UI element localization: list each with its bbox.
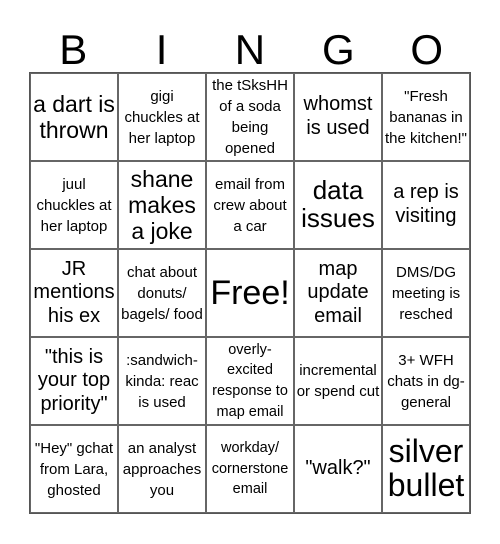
- cell-text: "Fresh bananas in the kitchen!": [384, 87, 468, 147]
- bingo-cell[interactable]: JR mentions his ex: [30, 249, 118, 337]
- bingo-cell[interactable]: "Fresh bananas in the kitchen!": [382, 73, 470, 161]
- header-letter-g: G: [322, 26, 355, 73]
- cell-text: a rep is visiting: [393, 181, 459, 227]
- cell-text: gigi chuckles at her laptop: [124, 87, 200, 147]
- cell-text: shane makes a joke: [128, 165, 196, 245]
- cell-text: an analyst approaches you: [122, 439, 202, 499]
- cell-text: incremental or spend cut: [296, 362, 380, 400]
- cell-text: DMS/DG meeting is resched: [391, 263, 461, 323]
- cell-text: Free!: [210, 273, 290, 312]
- bingo-cell[interactable]: map update email: [294, 249, 382, 337]
- bingo-cell[interactable]: the tSksHH of a soda being opened: [206, 73, 294, 161]
- cell-text: "Hey" gchat from Lara, ghosted: [34, 439, 114, 499]
- free-space-cell[interactable]: Free!: [206, 249, 294, 337]
- cell-text: "this is your top priority": [37, 345, 111, 415]
- bingo-cell[interactable]: a rep is visiting: [382, 161, 470, 249]
- bingo-cell[interactable]: silver bullet: [382, 425, 470, 513]
- cell-text: chat about donuts/ bagels/ food: [121, 263, 203, 323]
- cell-text: silver bullet: [387, 433, 465, 503]
- cell-text: juul chuckles at her laptop: [36, 175, 112, 235]
- bingo-cell[interactable]: incremental or spend cut: [294, 337, 382, 425]
- bingo-cell[interactable]: an analyst approaches you: [118, 425, 206, 513]
- cell-text: JR mentions his ex: [33, 257, 115, 327]
- header-letter-b: B: [59, 26, 88, 73]
- bingo-cell[interactable]: DMS/DG meeting is resched: [382, 249, 470, 337]
- bingo-cell[interactable]: email from crew about a car: [206, 161, 294, 249]
- bingo-cell[interactable]: overly-excited response to map email: [206, 337, 294, 425]
- bingo-cell[interactable]: shane makes a joke: [118, 161, 206, 249]
- header-letter-o: O: [410, 26, 444, 73]
- cell-text: data issues: [301, 175, 375, 233]
- bingo-cell[interactable]: whomst is used: [294, 73, 382, 161]
- cell-text: workday/ cornerstone email: [211, 440, 289, 498]
- bingo-cell[interactable]: gigi chuckles at her laptop: [118, 73, 206, 161]
- bingo-grid: a dart is thrown gigi chuckles at her la…: [29, 72, 471, 514]
- bingo-cell[interactable]: "Hey" gchat from Lara, ghosted: [30, 425, 118, 513]
- bingo-cell[interactable]: :sandwich-kinda: reac is used: [118, 337, 206, 425]
- cell-text: overly-excited response to map email: [212, 341, 288, 420]
- header-letter-n: N: [234, 26, 266, 73]
- cell-text: email from crew about a car: [213, 175, 287, 235]
- cell-text: "walk?": [305, 457, 371, 480]
- bingo-cell[interactable]: 3+ WFH chats in dg-general: [382, 337, 470, 425]
- bingo-header: B I N G O: [29, 28, 471, 72]
- bingo-cell[interactable]: a dart is thrown: [30, 73, 118, 161]
- cell-text: a dart is thrown: [33, 90, 115, 143]
- bingo-cell[interactable]: "walk?": [294, 425, 382, 513]
- cell-text: 3+ WFH chats in dg-general: [387, 351, 465, 411]
- cell-text: the tSksHH of a soda being opened: [212, 77, 288, 157]
- header-letter-i: I: [155, 26, 168, 73]
- bingo-cell[interactable]: workday/ cornerstone email: [206, 425, 294, 513]
- bingo-cell[interactable]: chat about donuts/ bagels/ food: [118, 249, 206, 337]
- bingo-cell[interactable]: juul chuckles at her laptop: [30, 161, 118, 249]
- cell-text: map update email: [307, 257, 369, 327]
- bingo-cell[interactable]: data issues: [294, 161, 382, 249]
- cell-text: :sandwich-kinda: reac is used: [125, 351, 199, 411]
- cell-text: whomst is used: [303, 93, 373, 139]
- bingo-cell[interactable]: "this is your top priority": [30, 337, 118, 425]
